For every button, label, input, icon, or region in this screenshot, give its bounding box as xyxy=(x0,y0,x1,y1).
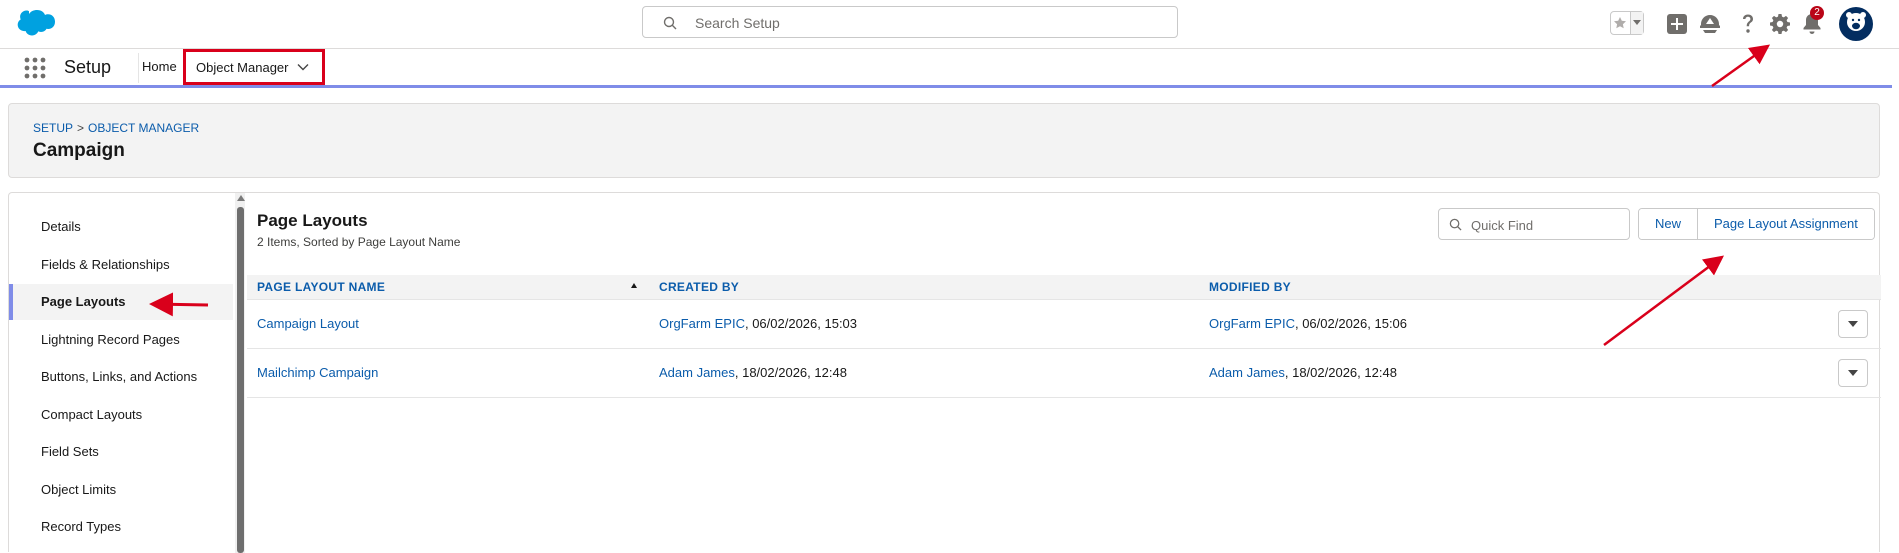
created-date: , 18/02/2026, 12:48 xyxy=(734,365,847,380)
panel-subtitle: 2 Items, Sorted by Page Layout Name xyxy=(257,235,461,249)
created-date: , 06/02/2026, 15:03 xyxy=(744,316,858,331)
scrollbar-thumb[interactable] xyxy=(237,207,244,553)
context-bar: Setup Home Object Manager xyxy=(0,49,1892,88)
table-header: PAGE LAYOUT NAME CREATED BY MODIFIED BY xyxy=(247,275,1881,300)
table-row: Mailchimp Campaign Adam James, 18/02/202… xyxy=(247,349,1881,398)
avatar[interactable] xyxy=(1838,6,1874,42)
left-nav-details[interactable]: Details xyxy=(9,209,233,245)
object-page-header: SETUP > OBJECT MANAGER Campaign xyxy=(8,103,1880,178)
new-button[interactable]: New xyxy=(1639,209,1698,239)
left-nav-field-sets[interactable]: Field Sets xyxy=(9,434,233,470)
favorites-group[interactable] xyxy=(1610,11,1644,35)
left-nav-fields-relationships[interactable]: Fields & Relationships xyxy=(9,247,233,283)
salesforce-logo-icon[interactable] xyxy=(10,8,56,40)
content-frame: Details Fields & Relationships Page Layo… xyxy=(8,192,1881,553)
left-nav-compact-layouts[interactable]: Compact Layouts xyxy=(9,397,233,433)
breadcrumb-object-manager[interactable]: OBJECT MANAGER xyxy=(88,121,199,135)
notification-badge: 2 xyxy=(1810,6,1824,20)
tab-object-manager-label: Object Manager xyxy=(196,60,289,75)
left-nav-record-types[interactable]: Record Types xyxy=(9,509,233,545)
add-icon[interactable] xyxy=(1665,12,1689,36)
help-icon[interactable] xyxy=(1736,12,1760,36)
chevron-down-icon xyxy=(1848,321,1858,327)
breadcrumb-setup[interactable]: SETUP xyxy=(33,121,73,135)
search-icon xyxy=(1449,218,1462,231)
left-nav-object-limits[interactable]: Object Limits xyxy=(9,472,233,508)
tab-home[interactable]: Home xyxy=(142,59,177,74)
sort-ascending-icon[interactable] xyxy=(631,283,637,288)
trailhead-icon[interactable] xyxy=(1698,12,1722,36)
column-header-created-by[interactable]: CREATED BY xyxy=(659,280,739,294)
modified-date: , 18/02/2026, 12:48 xyxy=(1284,365,1397,380)
search-setup-input[interactable] xyxy=(693,11,1157,35)
created-by-user-link[interactable]: Adam James xyxy=(659,365,735,380)
column-header-modified-by[interactable]: MODIFIED BY xyxy=(1209,280,1291,294)
nav-divider xyxy=(138,53,139,83)
page-title: Campaign xyxy=(33,140,125,161)
chevron-down-icon xyxy=(1848,370,1858,376)
search-icon xyxy=(663,16,677,30)
left-nav-page-layouts[interactable]: Page Layouts xyxy=(9,284,233,320)
breadcrumb: SETUP > OBJECT MANAGER xyxy=(33,121,199,135)
action-button-group: New Page Layout Assignment xyxy=(1638,208,1875,240)
page-layout-link[interactable]: Mailchimp Campaign xyxy=(257,365,378,380)
quick-find-input[interactable] xyxy=(1469,214,1623,236)
page-layout-link[interactable]: Campaign Layout xyxy=(257,316,359,331)
panel-title: Page Layouts xyxy=(257,211,368,230)
page-layout-assignment-button[interactable]: Page Layout Assignment xyxy=(1697,209,1874,239)
modified-date: , 06/02/2026, 15:06 xyxy=(1294,316,1408,331)
column-header-page-layout-name[interactable]: PAGE LAYOUT NAME xyxy=(257,280,385,294)
tab-object-manager[interactable]: Object Manager xyxy=(183,49,325,85)
star-icon[interactable] xyxy=(1611,12,1630,34)
breadcrumb-separator: > xyxy=(77,121,85,135)
global-header: 2 xyxy=(0,0,1899,49)
search-setup-box[interactable] xyxy=(642,6,1178,38)
app-launcher-icon[interactable] xyxy=(24,57,46,79)
row-actions-menu-button[interactable] xyxy=(1838,310,1868,338)
row-actions-menu-button[interactable] xyxy=(1838,359,1868,387)
scroll-up-arrow-icon[interactable] xyxy=(237,195,245,201)
object-left-nav: Details Fields & Relationships Page Layo… xyxy=(9,193,233,553)
gear-icon[interactable] xyxy=(1768,12,1792,36)
chevron-down-icon[interactable] xyxy=(1629,12,1643,34)
modified-by-user-link[interactable]: OrgFarm EPIC xyxy=(1209,316,1295,331)
chevron-down-icon[interactable] xyxy=(296,60,310,74)
left-nav-buttons-links-actions[interactable]: Buttons, Links, and Actions xyxy=(9,359,233,395)
page-layouts-panel: Page Layouts 2 Items, Sorted by Page Lay… xyxy=(247,193,1881,553)
created-by-user-link[interactable]: OrgFarm EPIC xyxy=(659,316,745,331)
left-nav-lightning-record-pages[interactable]: Lightning Record Pages xyxy=(9,322,233,358)
quick-find-box[interactable] xyxy=(1438,208,1630,240)
modified-by-user-link[interactable]: Adam James xyxy=(1209,365,1285,380)
app-name: Setup xyxy=(64,57,112,77)
table-row: Campaign Layout OrgFarm EPIC, 06/02/2026… xyxy=(247,300,1881,349)
